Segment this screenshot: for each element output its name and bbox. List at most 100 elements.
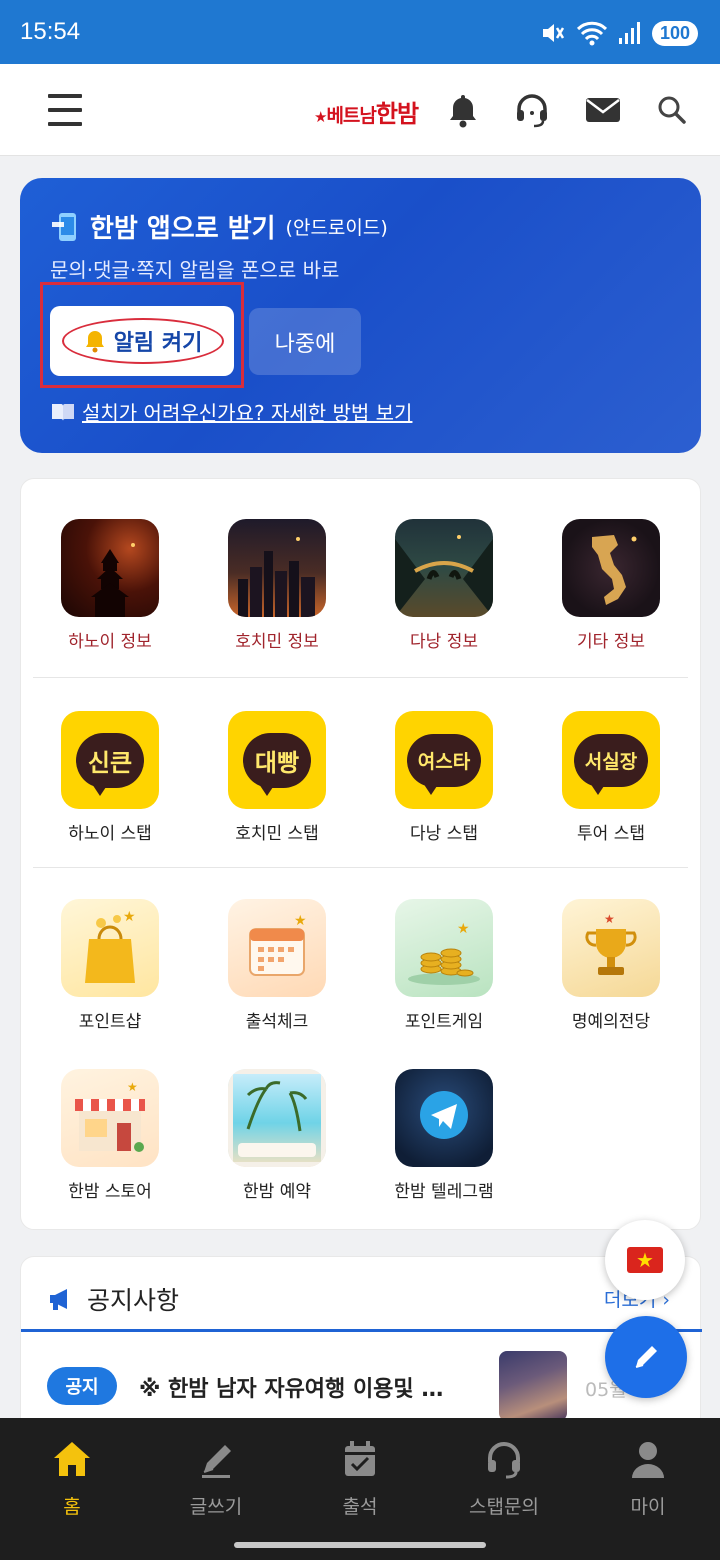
menu-label: 다낭 정보: [410, 632, 478, 652]
pagoda-night-icon: [61, 519, 159, 617]
menu-label: 하노이 정보: [68, 632, 152, 652]
svg-text:★: ★: [294, 913, 307, 929]
menu-label: 호치민 스탭: [235, 824, 319, 844]
nav-label: 출석: [342, 1496, 378, 1518]
menu-label: 한밤 텔레그램: [394, 1182, 494, 1202]
oval-annotation: [62, 318, 224, 364]
svg-text:★: ★: [123, 909, 136, 925]
bell-icon[interactable]: [443, 90, 483, 130]
nav-staff-inquiry[interactable]: 스탭문의: [444, 1438, 564, 1519]
logo-text-small: 베트남: [326, 105, 376, 127]
notice-badge: 공지: [47, 1367, 117, 1405]
menu-label: 기타 정보: [577, 632, 645, 652]
menu-point-shop[interactable]: ★ 포인트샵: [35, 899, 185, 1032]
menu-hcm-staff[interactable]: 대빵 호치민 스탭: [202, 711, 352, 844]
notice-thumbnail[interactable]: [499, 1351, 567, 1421]
pencil-icon: [202, 1445, 231, 1478]
enable-notifications-button[interactable]: 알림 켜기: [50, 306, 234, 376]
coins-icon: ★: [395, 899, 493, 997]
nav-label: 글쓰기: [189, 1496, 243, 1518]
bottom-navigation: 홈 글쓰기 출석 스탭문의 마이: [0, 1418, 720, 1560]
menu-label: 명예의전당: [571, 1012, 651, 1032]
city-skyline-icon: [228, 519, 326, 617]
store-icon: ★: [61, 1069, 159, 1167]
menu-label: 한밤 예약: [243, 1182, 311, 1202]
user-icon: [632, 1442, 664, 1478]
kakao-chat-icon: 대빵: [228, 711, 326, 809]
notice-section: 공지사항 더보기 › 공지 ※ 한밤 남자 자유여행 이용및 … 05월 …: [20, 1256, 702, 1426]
menu-other-info[interactable]: 기타 정보: [536, 519, 686, 652]
nav-attendance[interactable]: 출석: [300, 1438, 420, 1519]
signal-icon: [618, 22, 640, 44]
mail-icon[interactable]: [583, 90, 623, 130]
kakao-bubble-text: 여스타: [406, 733, 482, 795]
menu-label: 호치민 정보: [235, 632, 319, 652]
menu-reservation[interactable]: 한밤 예약: [202, 1069, 352, 1202]
banner-title: 한밤 앱으로 받기 (안드로이드): [50, 208, 388, 245]
nav-label: 홈: [63, 1496, 81, 1518]
calendar-check-icon: [345, 1441, 375, 1476]
notice-item-title[interactable]: ※ 한밤 남자 자유여행 이용및 …: [139, 1371, 443, 1403]
nav-write[interactable]: 글쓰기: [156, 1438, 276, 1519]
calendar-icon: ★: [228, 899, 326, 997]
mute-icon: [542, 24, 565, 42]
menu-label: 포인트샵: [78, 1012, 142, 1032]
later-button[interactable]: 나중에: [249, 308, 361, 375]
status-icons: 100: [538, 16, 698, 50]
trophy-icon: ★: [562, 899, 660, 997]
kakao-chat-icon: 여스타: [395, 711, 493, 809]
svg-text:★: ★: [457, 921, 470, 937]
menu-hall-of-fame[interactable]: ★ 명예의전당: [536, 899, 686, 1032]
divider: [33, 867, 688, 868]
app-install-banner: 한밤 앱으로 받기 (안드로이드) 문의·댓글·쪽지 알림을 폰으로 바로 알림…: [20, 178, 701, 453]
menu-hanoi-staff[interactable]: 신큰 하노이 스탭: [35, 711, 185, 844]
banner-title-sub: (안드로이드): [285, 217, 388, 239]
nav-label: 마이: [630, 1496, 666, 1518]
menu-danang-info[interactable]: 다낭 정보: [369, 519, 519, 652]
battery-indicator: 100: [651, 20, 698, 46]
wifi-icon: [576, 21, 608, 46]
menu-hcm-info[interactable]: 호치민 정보: [202, 519, 352, 652]
phone-icon: [52, 212, 76, 241]
menu-label: 출석체크: [245, 1012, 309, 1032]
nav-home[interactable]: 홈: [12, 1438, 132, 1519]
write-post-button[interactable]: [605, 1316, 687, 1398]
book-icon: [52, 403, 74, 421]
menu-icon[interactable]: [48, 94, 84, 128]
nav-my[interactable]: 마이: [588, 1438, 708, 1519]
menu-label: 포인트게임: [404, 1012, 484, 1032]
svg-text:★: ★: [127, 1080, 138, 1094]
kakao-bubble-text: 서실장: [573, 733, 649, 795]
beach-window-icon: [228, 1069, 326, 1167]
divider: [21, 1329, 702, 1332]
nav-label: 스탭문의: [469, 1496, 539, 1518]
shopping-bag-icon: ★: [61, 899, 159, 997]
telegram-icon: [395, 1069, 493, 1167]
menu-label: 투어 스탭: [577, 824, 645, 844]
banner-description: 문의·댓글·쪽지 알림을 폰으로 바로: [50, 258, 340, 282]
headset-icon[interactable]: [512, 90, 552, 130]
megaphone-icon: [50, 1289, 67, 1310]
menu-point-game[interactable]: ★ 포인트게임: [369, 899, 519, 1032]
menu-telegram[interactable]: 한밤 텔레그램: [369, 1069, 519, 1202]
kakao-chat-icon: 서실장: [562, 711, 660, 809]
status-time: 15:54: [20, 18, 81, 45]
menu-label: 다낭 스탭: [410, 824, 478, 844]
home-icon: [54, 1442, 90, 1476]
logo-text-big: 한밤: [375, 100, 419, 128]
menu-hanoi-info[interactable]: 하노이 정보: [35, 519, 185, 652]
language-flag-button[interactable]: ★: [605, 1220, 685, 1300]
home-indicator[interactable]: [234, 1542, 486, 1548]
menu-danang-staff[interactable]: 여스타 다낭 스탭: [369, 711, 519, 844]
menu-store[interactable]: ★ 한밤 스토어: [35, 1069, 185, 1202]
menu-tour-staff[interactable]: 서실장 투어 스탭: [536, 711, 686, 844]
kakao-bubble-text: 대빵: [242, 732, 312, 796]
menu-attendance[interactable]: ★ 출석체크: [202, 899, 352, 1032]
search-icon[interactable]: [652, 90, 692, 130]
install-help-link[interactable]: 설치가 어려우신가요? 자세한 방법 보기: [50, 397, 412, 426]
logo[interactable]: ★베트남한밤: [314, 94, 419, 129]
svg-text:★: ★: [604, 912, 615, 926]
app-header: ★베트남한밤: [0, 64, 720, 156]
banner-title-text: 한밤 앱으로 받기: [90, 214, 276, 244]
vietnam-flag-icon: ★: [627, 1247, 663, 1273]
